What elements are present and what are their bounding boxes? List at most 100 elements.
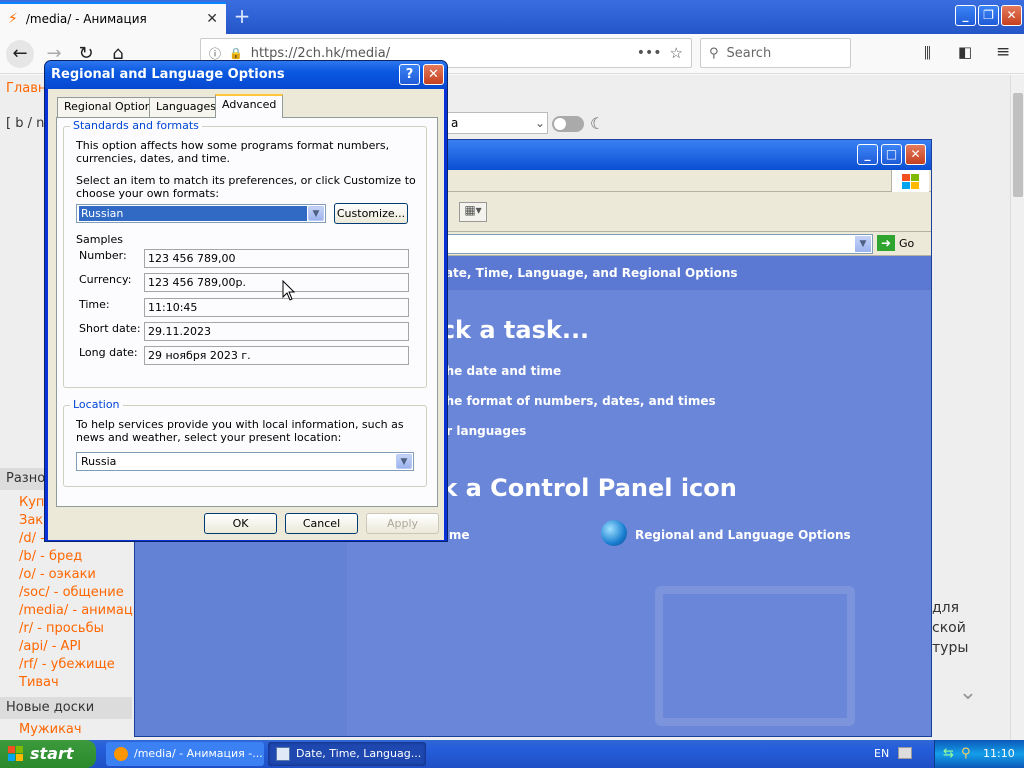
windows-logo-icon <box>891 170 929 192</box>
sidebar-link[interactable]: /o/ - оэкаки <box>19 566 149 584</box>
format-select-value: Russian <box>79 206 307 221</box>
sample-label: Short date: <box>79 322 141 335</box>
restore-button[interactable]: ❐ <box>978 5 999 26</box>
go-arrow-icon: ➜ <box>877 235 895 251</box>
clock[interactable]: 11:10 <box>983 740 1015 768</box>
tab-title: /media/ - Анимация <box>25 12 147 26</box>
sidebar-link[interactable]: Мужикач <box>19 722 82 737</box>
library-icon[interactable]: ⫼ <box>924 44 931 62</box>
cancel-button[interactable]: Cancel <box>285 513 358 534</box>
format-select[interactable]: Russian ▼ <box>76 204 326 223</box>
tab-panel: Standards and formats This option affect… <box>56 117 438 507</box>
apply-button[interactable]: Apply <box>366 513 439 534</box>
lightning-icon: ⚡ <box>8 11 18 27</box>
search-icon: ⚲ <box>709 45 719 61</box>
close-window-button[interactable]: ✕ <box>1001 5 1022 26</box>
minimize-button[interactable]: _ <box>955 5 976 26</box>
go-label: Go <box>899 236 915 250</box>
sidebar-link[interactable]: /b/ - бред <box>19 548 149 566</box>
scrollbar-thumb[interactable] <box>1013 93 1023 197</box>
sample-label: Number: <box>79 249 127 262</box>
browser-tab-bar: ⚡ /media/ - Анимация ✕ + _ ❐ ✕ <box>0 0 1024 34</box>
select-description: Select an item to match its preferences,… <box>76 174 416 200</box>
views-icon[interactable]: ▦▾ <box>459 202 487 222</box>
close-tab-icon[interactable]: ✕ <box>206 11 218 27</box>
cp-icon-regional[interactable]: Regional and Language Options <box>635 528 851 542</box>
chevron-down-icon[interactable]: ▼ <box>855 236 871 252</box>
sample-label: Currency: <box>79 273 132 286</box>
mouse-cursor-icon <box>282 280 296 301</box>
board-nav[interactable]: [ b / n <box>6 116 44 131</box>
regional-dialog: Regional and Language Options ? ✕ Region… <box>44 60 448 542</box>
tab-languages[interactable]: Languages <box>149 97 224 117</box>
moon-icon: ☾ <box>590 114 605 133</box>
customize-button[interactable]: Customize... <box>334 203 408 224</box>
page-actions-icon[interactable]: ••• <box>637 45 662 61</box>
taskbar-item-browser[interactable]: /media/ - Анимация -... <box>106 742 264 766</box>
sidebar-link[interactable]: Тивач <box>19 674 149 692</box>
sidebar-link[interactable]: /rf/ - убежище <box>19 656 149 674</box>
location-select[interactable]: Russia ▼ <box>76 452 414 471</box>
browser-tab[interactable]: ⚡ /media/ - Анимация ✕ <box>0 2 226 34</box>
taskbar-item-control-panel[interactable]: Date, Time, Languag... <box>268 742 426 766</box>
sidebar-link[interactable]: /soc/ - общение <box>19 584 149 602</box>
watermark-icon <box>655 586 855 726</box>
cp-maximize-button[interactable]: □ <box>881 144 902 165</box>
menu-icon[interactable]: ≡ <box>996 42 1010 62</box>
firefox-icon <box>114 747 128 761</box>
search-placeholder: Search <box>726 45 772 61</box>
start-label: start <box>30 744 74 763</box>
go-button[interactable]: ➜ Go <box>877 235 914 251</box>
tab-advanced[interactable]: Advanced <box>215 94 284 118</box>
page-scrollbar[interactable] <box>1010 75 1024 740</box>
magnifier-icon[interactable]: ⚲ <box>961 740 971 768</box>
location-select-value: Russia <box>81 455 117 468</box>
sample-value: 123 456 789,00р. <box>144 273 409 292</box>
new-tab-icon[interactable]: + <box>230 4 254 28</box>
start-button[interactable]: start <box>0 740 96 768</box>
standards-group: Standards and formats This option affect… <box>63 119 427 388</box>
sample-value: 29.11.2023 <box>144 322 409 341</box>
chevron-down-icon: ⌄ <box>534 116 545 130</box>
language-indicator[interactable]: EN <box>874 740 889 768</box>
location-description: To help services provide you with local … <box>76 418 404 444</box>
dialog-titlebar[interactable]: Regional and Language Options <box>45 61 447 89</box>
theme-toggle[interactable] <box>552 116 584 132</box>
globe-icon[interactable] <box>601 520 627 546</box>
cp-minimize-button[interactable]: _ <box>857 144 878 165</box>
sample-label: Long date: <box>79 346 138 359</box>
keyboard-icon[interactable] <box>898 747 912 759</box>
help-button[interactable]: ? <box>399 64 420 85</box>
ok-button[interactable]: OK <box>204 513 277 534</box>
search-input[interactable]: ⚲ Search <box>700 38 851 68</box>
sidebar-link[interactable]: /api/ - API <box>19 638 149 656</box>
url-text[interactable]: https://2ch.hk/media/ <box>251 46 629 61</box>
theme-select-value: a <box>451 116 459 130</box>
samples-title: Samples <box>76 233 123 246</box>
location-title: Location <box>70 398 123 411</box>
sidebar-icon[interactable]: ◧ <box>958 43 972 61</box>
sidebar-section-new: Новые доски <box>0 697 132 719</box>
location-group: Location To help services provide you wi… <box>63 398 427 487</box>
back-icon[interactable]: ← <box>6 40 34 68</box>
network-icon[interactable]: ⇆ <box>943 740 954 768</box>
page-text-fragment: для ской туры <box>932 598 968 658</box>
dialog-title: Regional and Language Options <box>51 67 285 82</box>
info-icon[interactable]: ⓘ <box>209 45 221 62</box>
standards-title: Standards and formats <box>70 119 202 132</box>
sample-value: 11:10:45 <box>144 298 409 317</box>
taskbar: start /media/ - Анимация -... Date, Time… <box>0 740 1024 768</box>
taskbar-item-label: Date, Time, Languag... <box>296 747 422 760</box>
chevron-down-icon: ▼ <box>396 454 412 469</box>
taskbar-item-label: /media/ - Анимация -... <box>134 747 263 760</box>
sidebar-link[interactable]: /r/ - просьбы <box>19 620 149 638</box>
cp-close-button[interactable]: ✕ <box>905 144 926 165</box>
sample-value: 29 ноября 2023 г. <box>144 346 409 365</box>
dialog-close-button[interactable]: ✕ <box>423 64 444 85</box>
samples-list: Number: 123 456 789,00 Currency: 123 456… <box>76 247 416 369</box>
sample-value: 123 456 789,00 <box>144 249 409 268</box>
bookmark-star-icon[interactable]: ☆ <box>670 44 691 62</box>
scroll-down-icon[interactable]: ⌄ <box>950 680 986 710</box>
sidebar-link[interactable]: /media/ - анимация <box>19 602 149 620</box>
chevron-down-icon: ▼ <box>308 206 324 221</box>
